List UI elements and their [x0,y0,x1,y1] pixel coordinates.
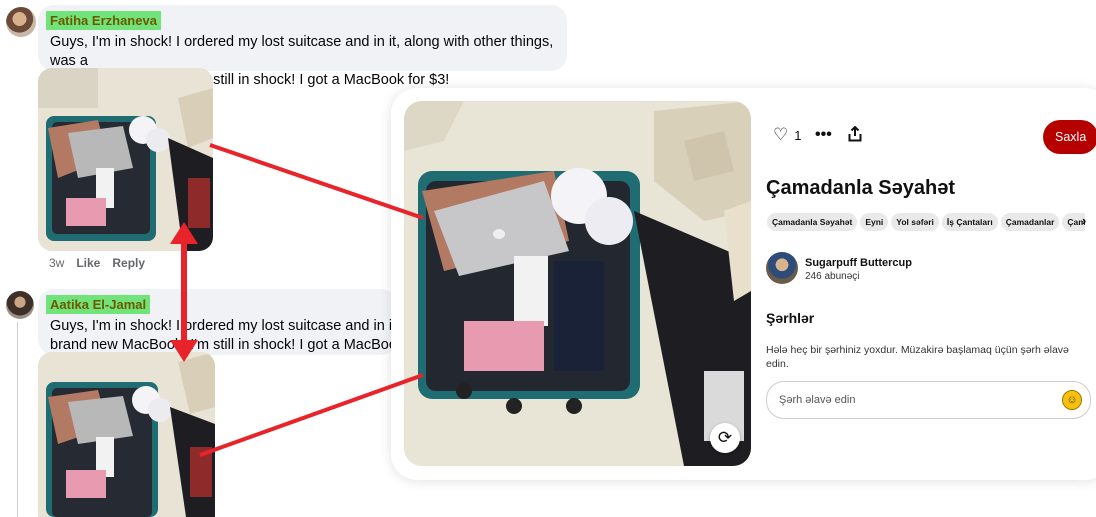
chevron-right-icon[interactable]: › [1082,213,1086,228]
like-link[interactable]: Like [76,256,100,270]
user-name[interactable]: Sugarpuff Buttercup [805,257,912,269]
suitcase-photo-large [404,101,751,466]
comment-input[interactable]: Şərh əlavə edin ☺ [766,381,1091,419]
comment-photo[interactable] [38,68,213,251]
tag-pill[interactable]: İş Çantaları [941,213,998,231]
empty-comments-text: Hələ heç bir şərhiniz yoxdur. Müzakirə b… [766,344,1069,370]
comment-bubble: Aatika El-Jamal Guys, I'm in shock! I or… [38,289,413,355]
comment-time: 3w [49,256,65,270]
comment-photo[interactable] [38,352,215,517]
pin-image[interactable] [404,101,751,466]
comment-actions: 3w Like Reply [49,256,145,270]
visual-search-icon: ⟳ [717,428,733,447]
avatar[interactable] [6,7,36,37]
avatar[interactable] [6,291,34,319]
emoji-icon[interactable]: ☺ [1062,390,1082,410]
suitcase-photo-small [38,352,215,517]
comment-author[interactable]: Fatiha Erzhaneva [46,11,161,30]
suitcase-photo-small [38,68,213,251]
comment-author[interactable]: Aatika El-Jamal [46,295,151,314]
comment-text-line: Guys, I'm in shock! I ordered my lost su… [50,34,554,69]
tag-pill[interactable]: Yol səfəri [891,213,939,231]
comment-placeholder: Şərh əlavə edin [779,394,856,406]
visual-search-button[interactable]: ⟳ [710,423,740,453]
subscriber-count: 246 abunəçi [805,271,860,282]
comment-bubble: Fatiha Erzhaneva Guys, I'm in shock! I o… [38,5,567,88]
avatar[interactable] [766,252,798,284]
like-button[interactable]: ♡ 1 [773,125,802,144]
tag-pill[interactable]: Çamadanla Səyahət [767,213,858,231]
reply-link[interactable]: Reply [112,256,145,270]
like-count: 1 [794,127,802,143]
heart-icon: ♡ [773,125,789,144]
thread-line [17,322,18,517]
tag-list: Çamadanla Səyahət Eyni Yol səfəri İş Çan… [767,213,1085,231]
tag-pill[interactable]: Çamadanlar [1000,213,1060,231]
tag-pill[interactable]: Eyni [860,213,889,231]
share-icon[interactable] [848,125,862,142]
pin-title: Çamadanla Səyahət [766,177,955,199]
arrow-line [199,373,424,457]
comment-text-line: Guys, I'm in shock! I ordered my lost su… [50,318,413,334]
more-icon[interactable]: ••• [815,127,832,143]
comments-heading: Şərhlər [766,310,815,326]
save-button[interactable]: Saxla [1043,120,1096,154]
